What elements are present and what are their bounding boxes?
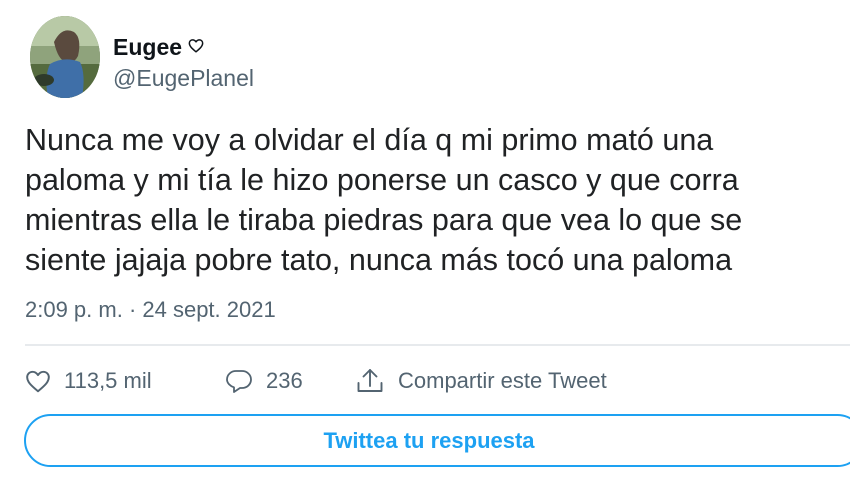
share-label: Compartir este Tweet bbox=[398, 368, 607, 393]
avatar-photo bbox=[30, 16, 100, 98]
share-button[interactable]: Compartir este Tweet bbox=[355, 367, 607, 395]
tweet-card: Eugee @EugePlanel Nunca me voy a olvidar… bbox=[0, 0, 850, 478]
speech-bubble-icon bbox=[225, 368, 253, 394]
tweet-text-line: mientras ella le tiraba piedras para que… bbox=[25, 203, 743, 237]
like-button[interactable]: 113,5 mil bbox=[25, 368, 225, 394]
author-handle[interactable]: @EugePlanel bbox=[113, 64, 254, 92]
author-name[interactable]: Eugee bbox=[113, 31, 204, 61]
share-icon bbox=[355, 367, 385, 395]
tweet-timestamp[interactable]: 2:09 p. m. · 24 sept. 2021 bbox=[25, 295, 276, 325]
avatar[interactable] bbox=[30, 16, 100, 98]
divider bbox=[25, 344, 850, 346]
tweet-actions: 113,5 mil 236 Compartir este Tweet bbox=[25, 362, 607, 400]
tweet-text-line: siente jajaja pobre tato, nunca más tocó… bbox=[25, 243, 733, 277]
reply-compose-button[interactable]: Twittea tu respuesta bbox=[24, 414, 850, 467]
author-name-text: Eugee bbox=[113, 34, 183, 60]
tweet-text: Nunca me voy a olvidar el día q mi primo… bbox=[25, 120, 835, 280]
reply-button[interactable]: 236 bbox=[225, 368, 355, 394]
heart-outline-icon bbox=[188, 31, 204, 59]
tweet-text-line: Nunca me voy a olvidar el día q mi primo… bbox=[25, 123, 714, 157]
reply-count: 236 bbox=[266, 368, 303, 393]
tweet-text-line: paloma y mi tía le hizo ponerse un casco… bbox=[25, 163, 739, 197]
heart-icon bbox=[25, 369, 51, 393]
like-count: 113,5 mil bbox=[64, 368, 152, 393]
